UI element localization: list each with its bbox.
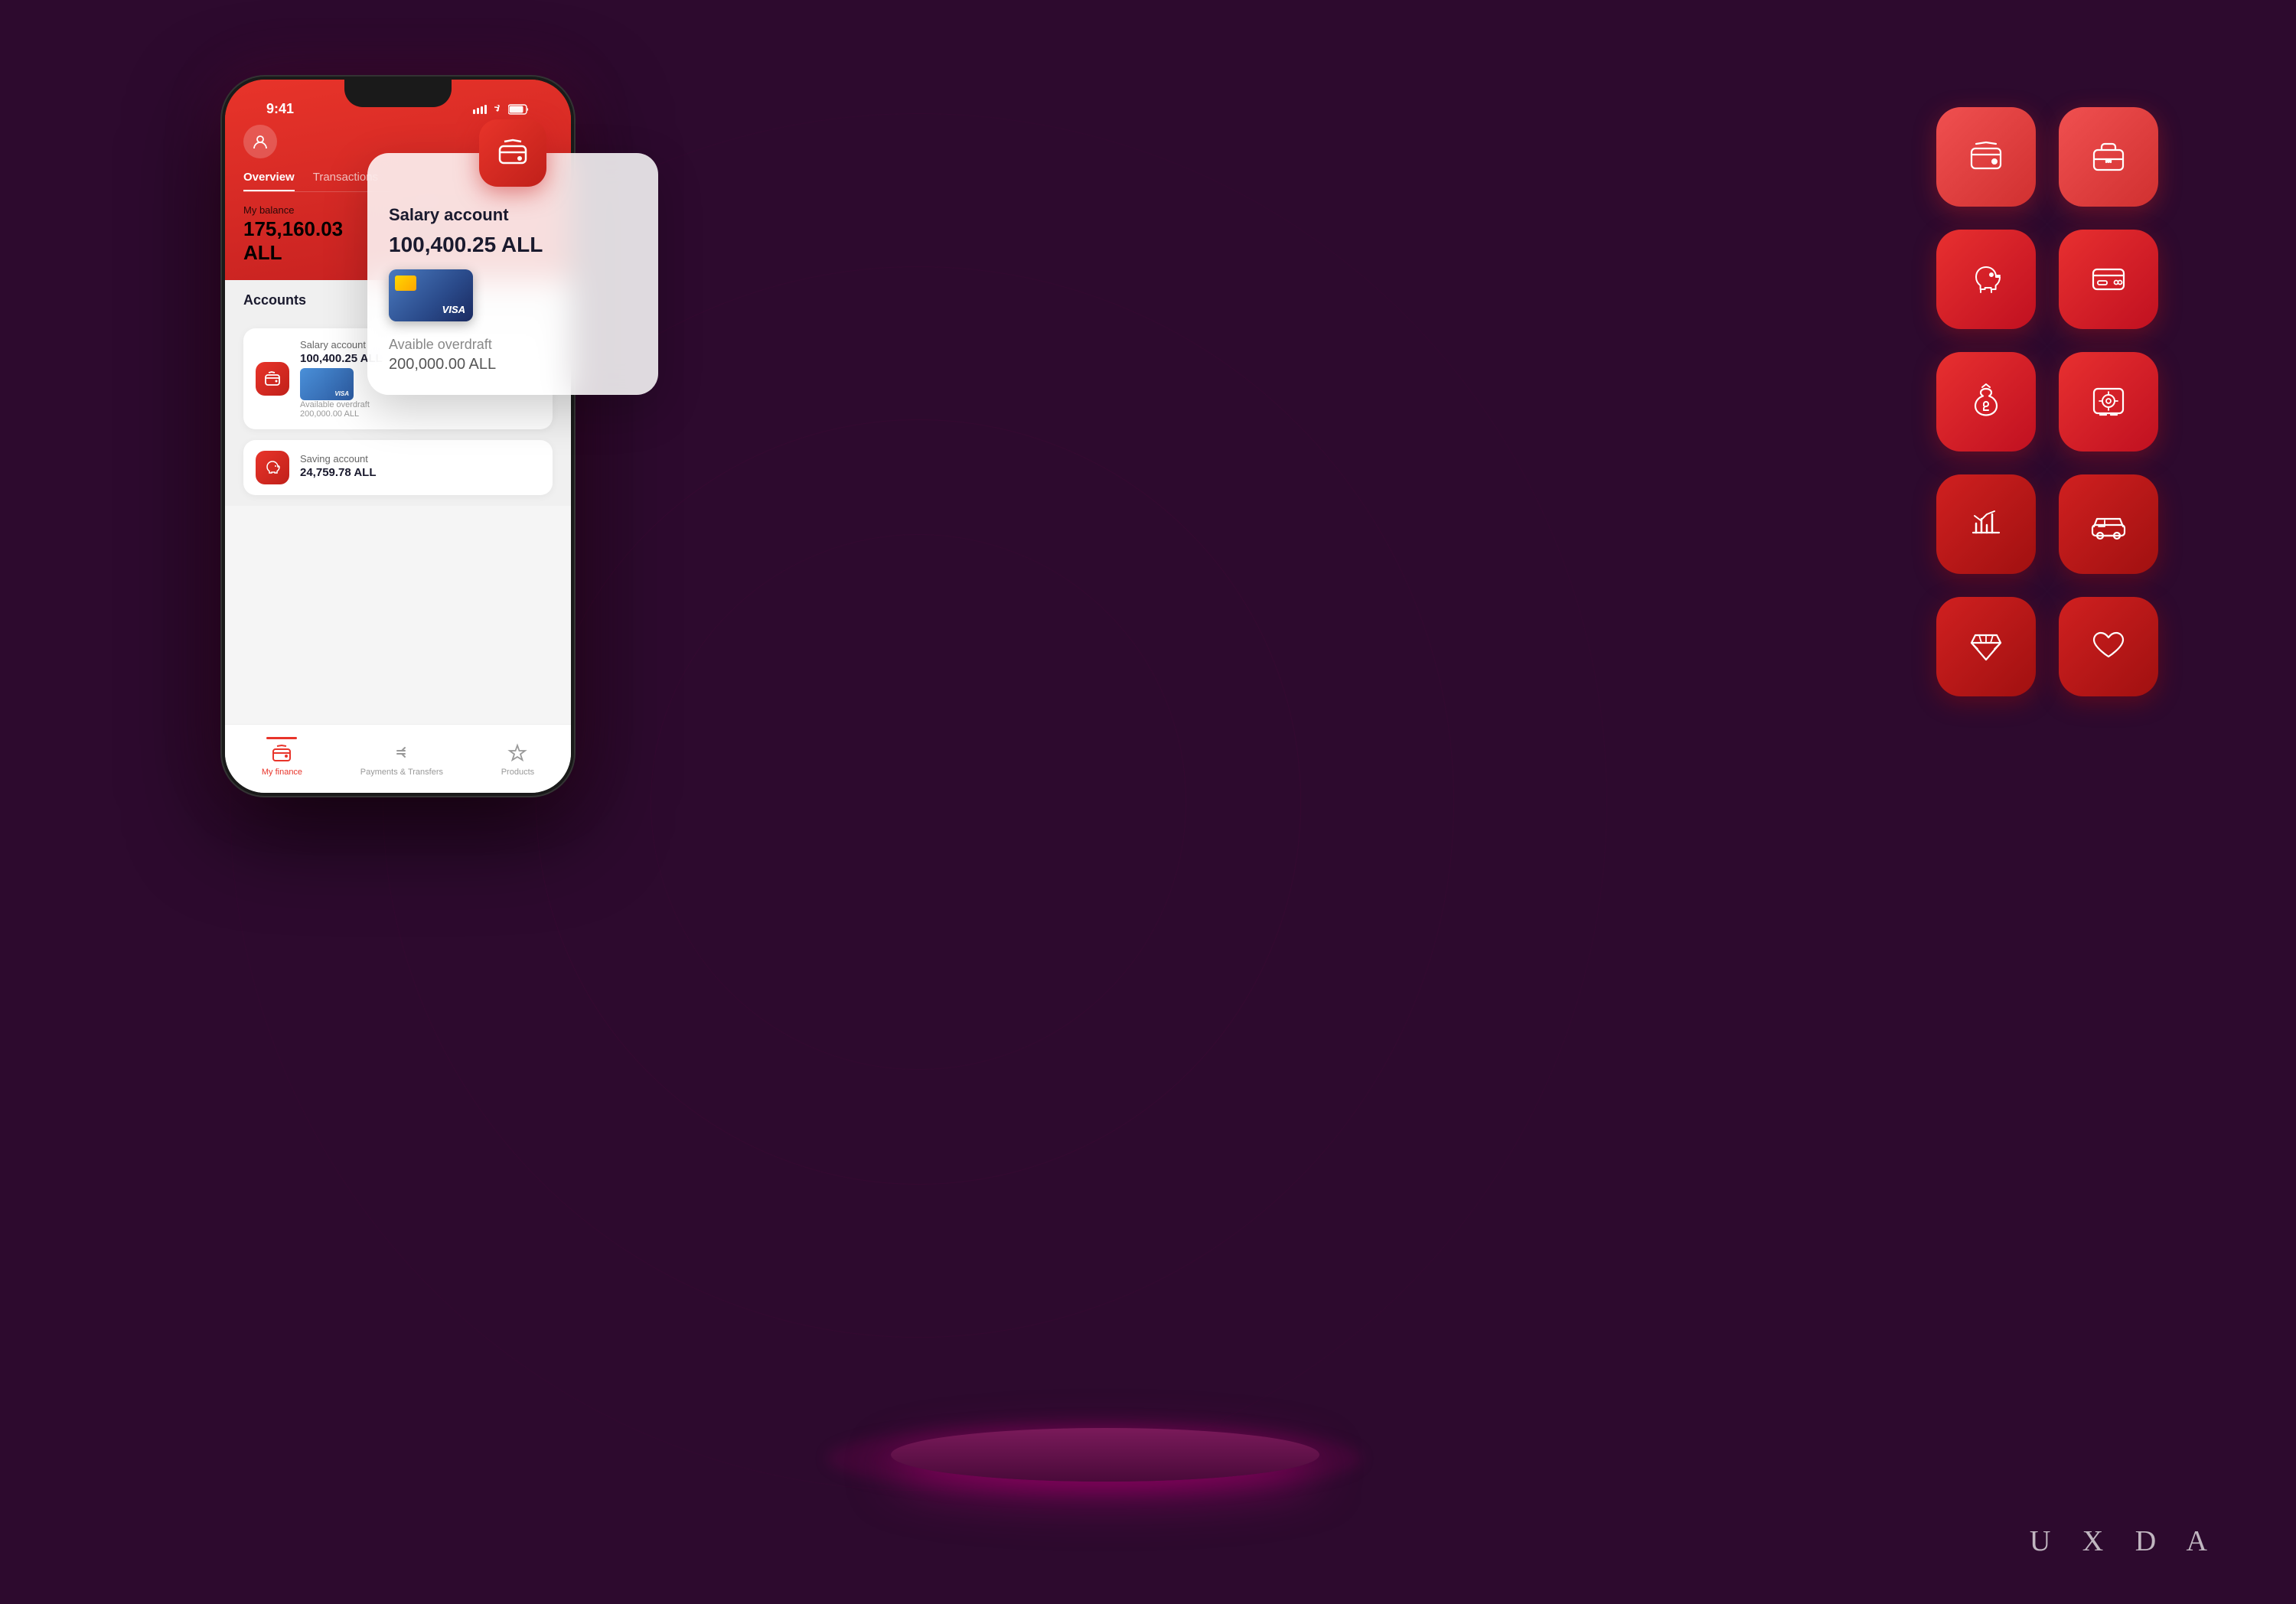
saving-account-balance: 24,759.78 ALL — [300, 466, 540, 479]
tab-overview[interactable]: Overview — [243, 171, 295, 191]
briefcase-icon-btn[interactable] — [2059, 107, 2158, 207]
money-bag-icon-btn[interactable] — [1936, 352, 2036, 452]
chart-icon-btn[interactable] — [1936, 474, 2036, 574]
wallet-svg — [1965, 136, 2007, 178]
uxda-logo: U X D A — [2030, 1524, 2219, 1558]
overdraft-label: Available overdraft — [300, 400, 540, 409]
popup-icon-svg — [497, 137, 529, 169]
safe-icon-btn[interactable] — [2059, 352, 2158, 452]
popup-overdraft-label: Avaible overdraft — [389, 337, 637, 353]
popup-card: Salary account 100,400.25 ALL VISA VISA … — [367, 153, 658, 395]
car-icon-btn[interactable] — [2059, 474, 2158, 574]
status-bar: 9:41 — [243, 90, 553, 117]
signal-icon — [473, 105, 487, 114]
safe-svg — [2088, 381, 2129, 422]
avatar-button[interactable] — [243, 125, 277, 158]
popup-card-image: VISA VISA — [389, 269, 473, 321]
popup-amount: 100,400.25 ALL — [389, 233, 637, 257]
card-svg — [2088, 259, 2129, 300]
piggy-icon-btn[interactable] — [1936, 230, 2036, 329]
balance-col: My balance 175,160.03 ALL — [243, 204, 383, 265]
wallet-icon-btn[interactable] — [1936, 107, 2036, 207]
saving-account-name: Saving account — [300, 453, 540, 465]
briefcase-svg — [2088, 136, 2129, 178]
piggy-svg — [1965, 259, 2007, 300]
saving-account-info: Saving account 24,759.78 ALL — [300, 453, 540, 482]
piggy-icon-small — [264, 459, 281, 476]
saving-account-card[interactable]: Saving account 24,759.78 ALL — [243, 440, 553, 495]
diamond-icon-btn[interactable] — [1936, 597, 2036, 696]
status-icons — [473, 104, 530, 115]
saving-account-icon — [256, 451, 289, 484]
stage-platform — [891, 1428, 1319, 1482]
wifi-icon — [491, 105, 504, 114]
status-time: 9:41 — [266, 101, 294, 117]
card-icon-btn[interactable] — [2059, 230, 2158, 329]
heart-icon-btn[interactable] — [2059, 597, 2158, 696]
person-icon — [252, 133, 269, 150]
heart-svg — [2088, 626, 2129, 667]
wallet-icon-small — [264, 370, 281, 387]
popup-overdraft-amount: 200,000.00 ALL — [389, 356, 637, 373]
popup-title: Salary account — [389, 205, 637, 225]
popup-wallet-icon — [479, 119, 546, 187]
salary-account-icon — [256, 362, 289, 396]
chart-svg — [1965, 504, 2007, 545]
car-svg — [2088, 504, 2129, 545]
balance-label: My balance — [243, 204, 383, 216]
balance-amount: 175,160.03 ALL — [243, 217, 383, 265]
card-image-small — [300, 368, 354, 400]
overdraft-amount: 200,000.00 ALL — [300, 409, 540, 419]
battery-icon — [508, 104, 530, 115]
money-bag-svg — [1965, 381, 2007, 422]
diamond-svg — [1965, 626, 2007, 667]
icons-grid — [1936, 107, 2158, 696]
